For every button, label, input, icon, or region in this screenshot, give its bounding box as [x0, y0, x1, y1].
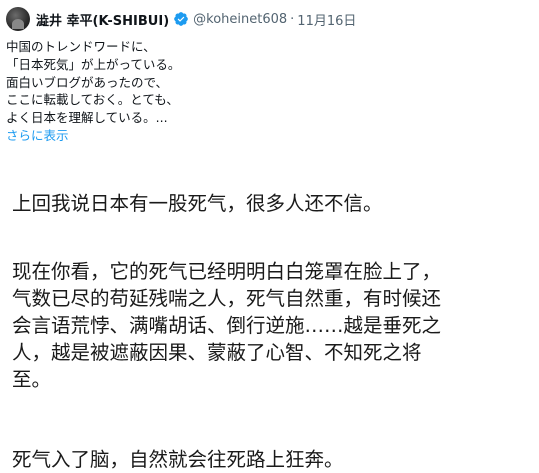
avatar[interactable]	[6, 7, 30, 31]
header-separator: ·	[290, 11, 295, 27]
article-paragraph-1: 上回我说日本有一股死气，很多人还不信。	[12, 192, 383, 215]
tweet-header: 澁井 幸平(K-SHIBUI) @koheinet608 · 11月16日	[36, 9, 356, 29]
article-line: 气数已尽的苟延残喘之人，死气自然重，有时候还	[12, 287, 442, 310]
tweet-line: 「日本死気」が上がっている。	[6, 56, 181, 72]
article-line: 现在你看，它的死气已经明明白白笼罩在脸上了，	[12, 260, 442, 283]
tweet-text: 中国のトレンドワードに、 「日本死気」が上がっている。 面白いブログがあったので…	[6, 38, 306, 145]
tweet-line: 中国のトレンドワードに、	[6, 39, 156, 54]
article-line: 至。	[12, 368, 52, 391]
verified-badge-icon	[174, 12, 188, 26]
tweet-card[interactable]: 澁井 幸平(K-SHIBUI) @koheinet608 · 11月16日 中国…	[0, 0, 539, 173]
article-line: 人，越是被遮蔽因果、蒙蔽了心智、不知死之将	[12, 341, 422, 364]
tweet-line: よく日本を理解している。...	[6, 110, 168, 126]
tweet-date[interactable]: 11月16日	[297, 10, 356, 29]
display-name[interactable]: 澁井 幸平(K-SHIBUI)	[36, 10, 169, 29]
tweet-line: ここに転載しておく。とても、	[6, 92, 179, 108]
tweet-line: 面白いブログがあったので、	[6, 74, 169, 90]
article-paragraph-2: 现在你看，它的死气已经明明白白笼罩在脸上了， 气数已尽的苟延残喘之人，死气自然重…	[12, 258, 441, 393]
user-handle[interactable]: @koheinet608	[193, 12, 287, 27]
article-line: 会言语荒悖、满嘴胡话、倒行逆施……越是垂死之	[12, 314, 442, 337]
article-paragraph-3: 死气入了脑，自然就会往死路上狂奔。	[12, 448, 344, 471]
show-more-link[interactable]: さらに表示	[6, 127, 306, 145]
